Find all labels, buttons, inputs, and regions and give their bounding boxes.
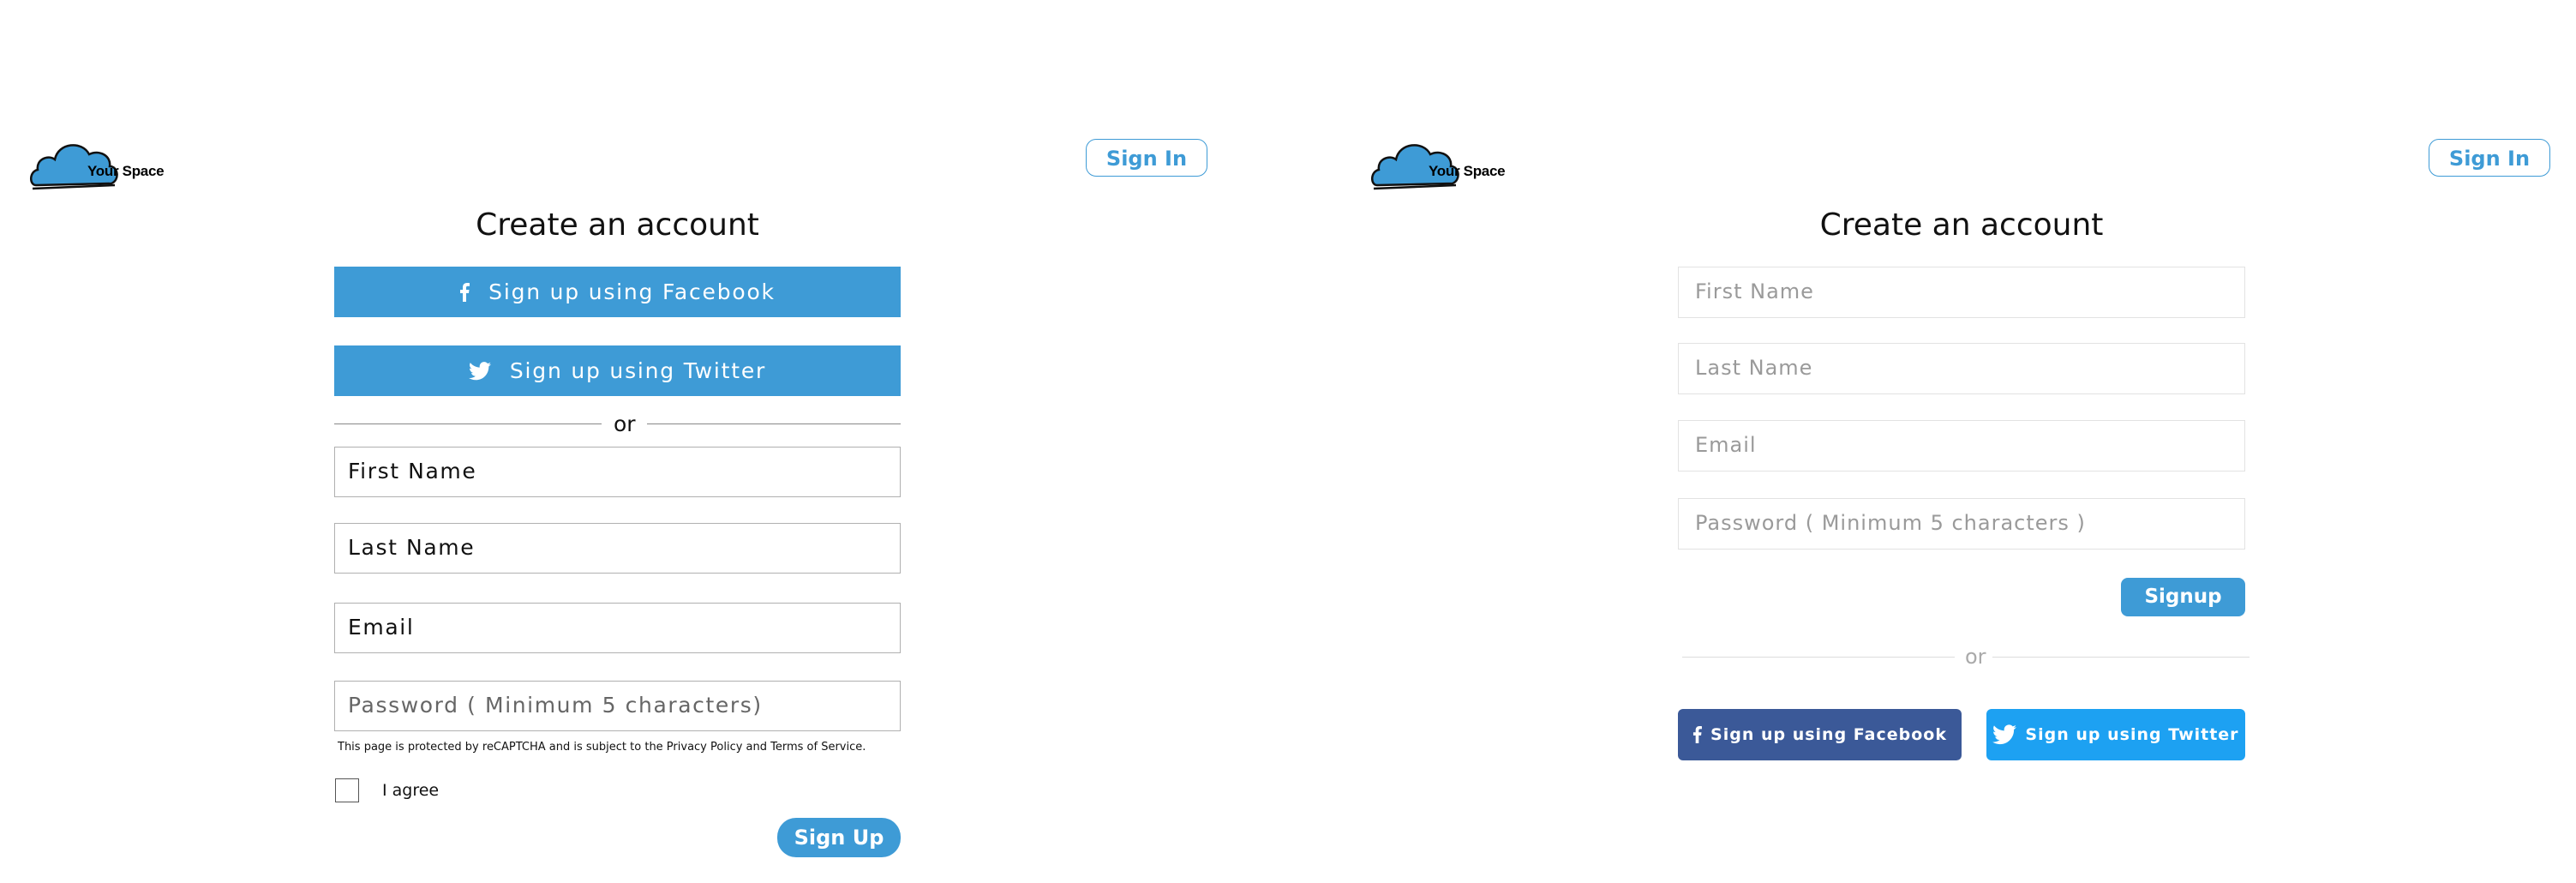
password-field[interactable]: Password ( Minimum 5 characters): [334, 681, 901, 731]
page-title: Create an account: [476, 207, 759, 243]
first-name-field[interactable]: First Name: [334, 447, 901, 497]
recaptcha-notice: This page is protected by reCAPTCHA and …: [338, 741, 866, 754]
brand-name: Your Space: [1429, 163, 1506, 179]
facebook-icon: [1692, 726, 1702, 743]
brand-logo[interactable]: Your Space: [29, 137, 165, 190]
divider-line: [647, 423, 901, 424]
page-title: Create an account: [1819, 207, 2104, 243]
password-field[interactable]: Password ( Minimum 5 characters ): [1678, 498, 2245, 550]
agree-checkbox[interactable]: [335, 778, 359, 802]
brand-name: Your Space: [87, 163, 165, 179]
sign-in-button[interactable]: Sign In: [1086, 139, 1207, 177]
twitter-signup-label: Sign up using Twitter: [2025, 725, 2239, 744]
divider-line: [1992, 657, 2250, 658]
facebook-signup-button[interactable]: Sign up using Facebook: [334, 267, 901, 317]
brand-logo[interactable]: Your Space: [1370, 137, 1506, 190]
signup-variant-a: Your Space Sign In Create an account Sig…: [0, 0, 1288, 883]
or-divider: or: [1682, 645, 2250, 670]
agree-label: I agree: [382, 781, 440, 800]
facebook-signup-label: Sign up using Facebook: [1710, 725, 1947, 744]
first-name-field[interactable]: First Name: [1678, 267, 2245, 318]
email-field[interactable]: Email: [1678, 420, 2245, 472]
twitter-signup-button[interactable]: Sign up using Twitter: [334, 345, 901, 396]
twitter-icon: [468, 361, 491, 381]
email-field[interactable]: Email: [334, 603, 901, 653]
last-name-field[interactable]: Last Name: [1678, 343, 2245, 394]
divider-line: [334, 423, 602, 424]
sign-up-button[interactable]: Sign Up: [777, 818, 901, 857]
twitter-signup-label: Sign up using Twitter: [509, 358, 767, 383]
sign-in-button[interactable]: Sign In: [2429, 139, 2550, 177]
facebook-icon: [459, 282, 470, 302]
facebook-signup-label: Sign up using Facebook: [488, 279, 776, 304]
divider-line: [1682, 657, 1955, 658]
signup-variant-b: Your Space Sign In Create an account Fir…: [1288, 0, 2576, 883]
last-name-field[interactable]: Last Name: [334, 523, 901, 574]
signup-button[interactable]: Signup: [2121, 578, 2245, 616]
or-divider: or: [334, 411, 901, 437]
or-label: or: [1965, 645, 1986, 669]
twitter-signup-button[interactable]: Sign up using Twitter: [1986, 709, 2245, 760]
facebook-signup-button[interactable]: Sign up using Facebook: [1678, 709, 1962, 760]
twitter-icon: [1992, 724, 2017, 745]
